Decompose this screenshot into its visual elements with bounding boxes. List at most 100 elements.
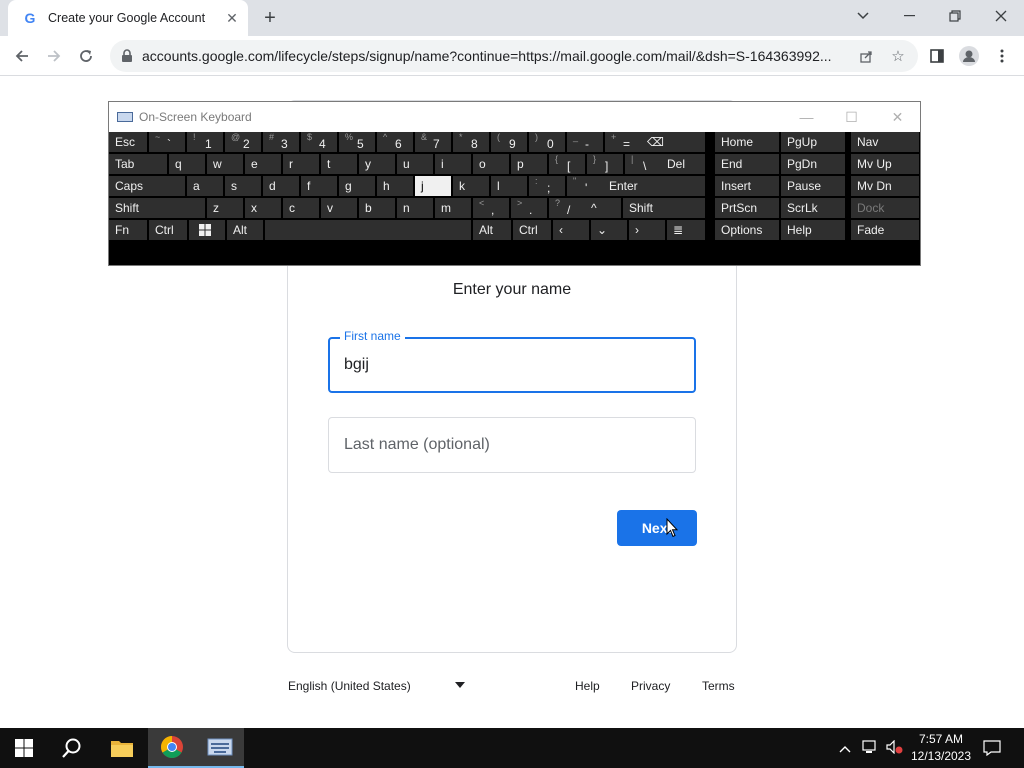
tab-close-icon[interactable]: ✕: [224, 10, 240, 26]
start-button[interactable]: [0, 728, 48, 768]
footer-help-link[interactable]: Help: [575, 676, 600, 696]
key-row4-sym-2[interactable]: ? /: [549, 198, 585, 218]
key-row1-5[interactable]: % 5: [339, 132, 375, 152]
taskbar-clock[interactable]: 7:57 AM 12/13/2023: [906, 731, 976, 765]
key-k[interactable]: k: [453, 176, 489, 196]
key-x[interactable]: x: [245, 198, 281, 218]
footer-terms-link[interactable]: Terms: [702, 676, 735, 696]
key-nav[interactable]: Nav: [851, 132, 919, 152]
search-button[interactable]: [48, 728, 96, 768]
key-options[interactable]: Options: [715, 220, 779, 240]
key-help[interactable]: Help: [781, 220, 845, 240]
address-bar[interactable]: accounts.google.com/lifecycle/steps/sign…: [110, 40, 918, 72]
key-shift-left[interactable]: Shift: [109, 198, 205, 218]
file-explorer-button[interactable]: [98, 728, 146, 768]
key-esc[interactable]: Esc: [109, 132, 147, 152]
key-pgup[interactable]: PgUp: [781, 132, 845, 152]
key-enter[interactable]: Enter: [603, 176, 705, 196]
volume-muted-icon[interactable]: [886, 739, 904, 757]
profile-avatar-icon[interactable]: [955, 42, 983, 70]
next-button[interactable]: Next: [617, 510, 697, 546]
key-z[interactable]: z: [207, 198, 243, 218]
key-alt-left[interactable]: Alt: [227, 220, 263, 240]
key-end[interactable]: End: [715, 154, 779, 174]
osk-minimize-button[interactable]: —: [784, 102, 829, 132]
key-ctrl-right[interactable]: Ctrl: [513, 220, 551, 240]
backspace-key[interactable]: ⌫: [641, 132, 705, 152]
key-mv-up[interactable]: Mv Up: [851, 154, 919, 174]
key-row2-sym-0[interactable]: {[: [549, 154, 585, 174]
key-pgdn[interactable]: PgDn: [781, 154, 845, 174]
tab-search-chevron-icon[interactable]: [840, 0, 886, 32]
key-row1-6[interactable]: ^ 6: [377, 132, 413, 152]
key-up-arrow[interactable]: ^: [585, 198, 621, 218]
key-a[interactable]: a: [187, 176, 223, 196]
key-w[interactable]: w: [207, 154, 243, 174]
key-row1-4[interactable]: $4: [301, 132, 337, 152]
key-caps[interactable]: Caps: [109, 176, 185, 196]
chrome-taskbar-button[interactable]: [148, 728, 196, 768]
key-insert[interactable]: Insert: [715, 176, 779, 196]
key-row2-sym-1[interactable]: }]: [587, 154, 623, 174]
key-del[interactable]: Del: [661, 154, 705, 174]
key-p[interactable]: p: [511, 154, 547, 174]
close-window-button[interactable]: [978, 0, 1024, 32]
osk-taskbar-button[interactable]: [196, 728, 244, 768]
key-prtscn[interactable]: PrtScn: [715, 198, 779, 218]
key-windows[interactable]: [189, 220, 225, 240]
reload-icon[interactable]: [72, 42, 100, 70]
network-icon[interactable]: [862, 740, 880, 757]
key-row1-1[interactable]: ! 1: [187, 132, 223, 152]
key-q[interactable]: q: [169, 154, 205, 174]
key-n[interactable]: n: [397, 198, 433, 218]
key-shift-right[interactable]: Shift: [623, 198, 705, 218]
key-left-arrow[interactable]: ‹: [553, 220, 589, 240]
key-i[interactable]: i: [435, 154, 471, 174]
key-row3-sym-1[interactable]: " ': [567, 176, 603, 196]
key-row1-3[interactable]: #3: [263, 132, 299, 152]
key-b[interactable]: b: [359, 198, 395, 218]
key-c[interactable]: c: [283, 198, 319, 218]
bookmark-star-icon[interactable]: ☆: [888, 46, 908, 66]
key-space[interactable]: [265, 220, 471, 240]
browser-tab[interactable]: G Create your Google Account ✕: [8, 0, 248, 36]
key-menu[interactable]: ≣: [667, 220, 705, 240]
key-o[interactable]: o: [473, 154, 509, 174]
key-v[interactable]: v: [321, 198, 357, 218]
key-j[interactable]: j: [415, 176, 451, 196]
key-tab[interactable]: Tab: [109, 154, 167, 174]
key-y[interactable]: y: [359, 154, 395, 174]
first-name-value[interactable]: bgij: [344, 356, 369, 374]
key-row1-9[interactable]: (9: [491, 132, 527, 152]
key-h[interactable]: h: [377, 176, 413, 196]
key-row1-7[interactable]: & 7: [415, 132, 451, 152]
minimize-window-button[interactable]: [886, 0, 932, 32]
key-row1-12[interactable]: + =: [605, 132, 641, 152]
key-scrlk[interactable]: ScrLk: [781, 198, 845, 218]
last-name-field[interactable]: Last name (optional): [328, 417, 696, 473]
key-row4-sym-1[interactable]: >.: [511, 198, 547, 218]
key-l[interactable]: l: [491, 176, 527, 196]
forward-arrow-icon[interactable]: [40, 42, 68, 70]
chrome-menu-icon[interactable]: [988, 42, 1016, 70]
key-row1-2[interactable]: @2: [225, 132, 261, 152]
key-pause[interactable]: Pause: [781, 176, 845, 196]
key-right-arrow[interactable]: ›: [629, 220, 665, 240]
key-u[interactable]: u: [397, 154, 433, 174]
key-row2-sym-2[interactable]: | \: [625, 154, 661, 174]
restore-window-button[interactable]: [932, 0, 978, 32]
key-alt-right[interactable]: Alt: [473, 220, 511, 240]
key-f[interactable]: f: [301, 176, 337, 196]
key-row4-sym-0[interactable]: <,: [473, 198, 509, 218]
new-tab-button[interactable]: +: [258, 6, 282, 30]
key-ctrl-left[interactable]: Ctrl: [149, 220, 187, 240]
key-row1-8[interactable]: * 8: [453, 132, 489, 152]
key-home[interactable]: Home: [715, 132, 779, 152]
key-fade[interactable]: Fade: [851, 220, 919, 240]
key-d[interactable]: d: [263, 176, 299, 196]
osk-titlebar[interactable]: On-Screen Keyboard — ☐ ✕: [109, 102, 920, 132]
key-row1-10[interactable]: ) 0: [529, 132, 565, 152]
key-row3-sym-0[interactable]: :;: [529, 176, 565, 196]
key-g[interactable]: g: [339, 176, 375, 196]
osk-close-button[interactable]: ✕: [875, 102, 920, 132]
